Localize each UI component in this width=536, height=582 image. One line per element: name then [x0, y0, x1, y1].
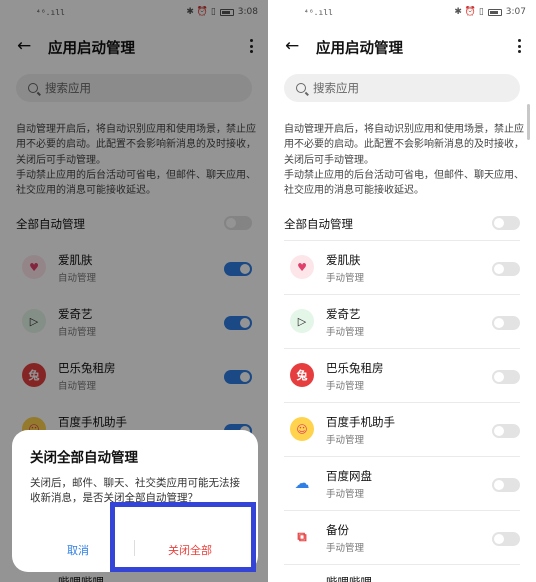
all-auto-manage-toggle[interactable] — [492, 216, 520, 230]
app-toggle[interactable] — [492, 478, 520, 492]
app-status: 手动管理 — [326, 327, 365, 338]
app-name: 百度手机助手 — [326, 415, 395, 429]
backup-icon: ⧉ — [290, 525, 314, 549]
cloud-icon: ☁ — [290, 471, 314, 495]
app-toggle[interactable] — [492, 424, 520, 438]
app-toggle[interactable] — [492, 532, 520, 546]
status-icons: ✱ ⏰ ▯ — [454, 7, 484, 17]
app-toggle[interactable] — [492, 316, 520, 330]
list-item[interactable]: ☺ 百度手机助手 手动管理 — [284, 404, 520, 458]
scrollbar[interactable] — [527, 104, 530, 140]
app-status: 手动管理 — [326, 273, 365, 284]
right-screen: ⁴⁶.ıll ✱ ⏰ ▯ 3:07 ← 应用启动管理 搜索应用 自动管理开启后，… — [268, 0, 536, 582]
rabbit-icon: 兔 — [290, 363, 314, 387]
divider — [284, 456, 520, 457]
divider — [284, 510, 520, 511]
heart-icon: ♥ — [290, 255, 314, 279]
back-arrow-icon[interactable]: ← — [285, 36, 299, 56]
page-title: 应用启动管理 — [316, 41, 403, 57]
smile-icon: ☺ — [290, 417, 314, 441]
divider — [284, 402, 520, 403]
header: ← 应用启动管理 — [268, 32, 536, 60]
divider — [284, 294, 520, 295]
app-status: 手动管理 — [326, 489, 365, 500]
list-item[interactable]: ☁ 百度网盘 手动管理 — [284, 458, 520, 512]
divider — [284, 564, 520, 565]
more-options-icon[interactable] — [516, 36, 522, 56]
all-auto-manage-label: 全部自动管理 — [284, 217, 353, 231]
signal-icon: ⁴⁶.ıll — [304, 8, 333, 17]
divider — [284, 240, 520, 241]
search-placeholder: 搜索应用 — [313, 81, 359, 95]
app-toggle[interactable] — [492, 262, 520, 276]
divider — [284, 348, 520, 349]
status-bar: ⁴⁶.ıll ✱ ⏰ ▯ 3:07 — [268, 0, 536, 28]
app-status: 手动管理 — [326, 435, 365, 446]
app-status: 手动管理 — [326, 543, 365, 554]
dialog-title: 关闭全部自动管理 — [30, 450, 138, 466]
all-auto-manage-row: 全部自动管理 — [284, 214, 520, 234]
battery-icon — [487, 8, 502, 16]
dialog-message: 关闭后，邮件、聊天、社交类应用可能无法接收新消息，是否关闭全部自动管理？ — [30, 477, 240, 504]
confirm-dialog: 关闭全部自动管理 关闭后，邮件、聊天、社交类应用可能无法接收新消息，是否关闭全部… — [12, 430, 258, 572]
close-all-button[interactable]: 关闭全部 — [168, 542, 212, 558]
dialog-divider — [134, 540, 135, 556]
list-item[interactable]: ⧉ 备份 手动管理 — [284, 512, 520, 566]
list-item[interactable]: 兔 巴乐兔租房 手动管理 — [284, 350, 520, 404]
app-status: 手动管理 — [326, 381, 365, 392]
app-name: 备份 — [326, 523, 349, 537]
cancel-button[interactable]: 取消 — [67, 542, 89, 558]
list-item[interactable]: ♥ 爱肌肤 手动管理 — [284, 242, 520, 296]
app-name: 巴乐兔租房 — [326, 361, 384, 375]
status-time: 3:07 — [505, 7, 526, 17]
app-toggle[interactable] — [492, 370, 520, 384]
description-text: 自动管理开启后，将自动识别应用和使用场景，禁止应用不必要的启动。此配置不会影响新… — [284, 124, 524, 197]
app-name: 爱奇艺 — [326, 307, 361, 321]
partial-list-item: 哔哩哔哩 — [326, 575, 372, 582]
play-icon: ▷ — [290, 309, 314, 333]
app-name: 百度网盘 — [326, 469, 372, 483]
search-icon — [296, 83, 306, 93]
app-name: 爱肌肤 — [326, 253, 361, 267]
left-screen: ⁴⁶.ıll ✱ ⏰ ▯ 3:08 ← 应用启动管理 搜索应用 自动管理开启后，… — [0, 0, 268, 582]
list-item[interactable]: ▷ 爱奇艺 手动管理 — [284, 296, 520, 350]
search-input[interactable]: 搜索应用 — [284, 74, 520, 102]
